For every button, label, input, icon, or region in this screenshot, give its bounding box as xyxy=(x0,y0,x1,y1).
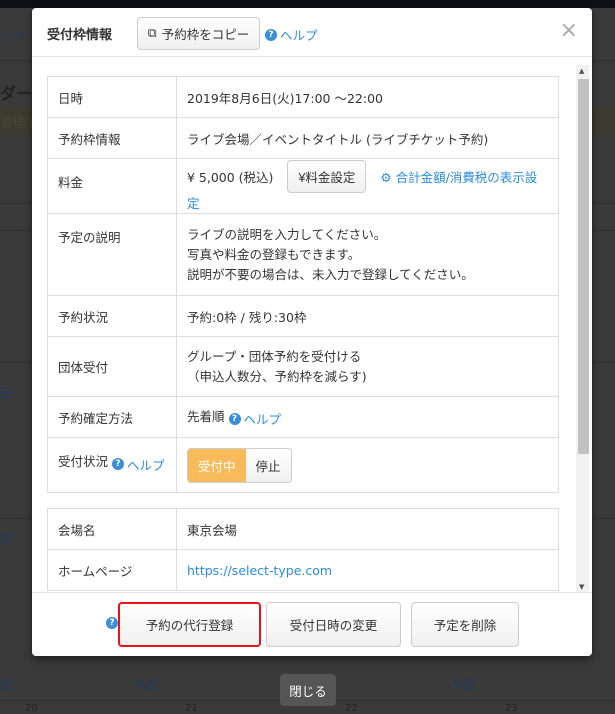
list-icon[interactable]: ☰ xyxy=(0,532,12,547)
price-value: ¥ 5,000 (税込) xyxy=(187,170,274,185)
table-row: 受付状況 ? ヘルプ 受付中 停止 xyxy=(47,437,559,493)
row-value: グループ・団体予約を受付ける （申込人数分、予約枠を減らす) xyxy=(176,336,559,397)
bg-title: ダー xyxy=(0,84,33,103)
row-label: 予定の説明 xyxy=(47,213,177,296)
slot-info-modal: 受付枠情報 ⧉ 予約枠をコピー ? ヘルプ × 日時 2019年8月6日(火)17:0… xyxy=(32,8,592,656)
question-icon[interactable]: ? xyxy=(106,617,118,629)
row-label: 予約確定方法 xyxy=(47,396,177,438)
row-label: 料金 xyxy=(47,158,177,214)
list-icon[interactable]: ☰ xyxy=(0,386,12,401)
method-value: 先着順 xyxy=(187,408,225,424)
help-link[interactable]: ? ヘルプ xyxy=(112,455,165,474)
question-icon: ? xyxy=(265,28,277,41)
row-label: 受付状況 ? ヘルプ xyxy=(47,437,177,493)
list-icon[interactable]: ☰ xyxy=(0,678,12,693)
row-value: https://select-type.com xyxy=(176,549,559,591)
row-value: ¥ 5,000 (税込) ¥料金設定 ⚙ 合計金額/消費税の表示設定 xyxy=(176,158,559,214)
delete-schedule-button[interactable]: 予定を削除 xyxy=(411,602,519,647)
bg-tab: デザ xyxy=(0,30,27,45)
table-row: 日時 2019年8月6日(火)17:00 ～22:00 xyxy=(47,76,559,118)
top-bar xyxy=(0,0,615,8)
copy-label: 予約枠をコピー xyxy=(161,28,250,42)
row-value: ライブ会場／イベントタイトル (ライブチケット予約) xyxy=(176,117,559,159)
status-stop-button[interactable]: 停止 xyxy=(245,448,291,482)
row-label: 予約枠情報 xyxy=(47,117,177,159)
close-icon[interactable]: × xyxy=(560,18,578,43)
modal-header: 受付枠情報 ⧉ 予約枠をコピー ? ヘルプ × xyxy=(32,8,592,57)
table-row: 予約状況 予約:0枠 / 残り:30枠 xyxy=(47,295,559,337)
copy-icon: ⧉ xyxy=(147,26,157,40)
day-number: 23 xyxy=(505,703,518,714)
price-settings-button[interactable]: ¥料金設定 xyxy=(287,160,367,193)
info-table: 日時 2019年8月6日(火)17:00 ～22:00 予約枠情報 ライブ会場／イベ… xyxy=(47,76,559,493)
modal-title: 受付枠情報 xyxy=(47,28,113,43)
desc-line: 説明が不要の場合は、未入力で登録してください。 xyxy=(187,266,474,282)
row-label: 日時 xyxy=(47,76,177,118)
row-label: 予約状況 xyxy=(47,295,177,337)
row-label: 会場名 xyxy=(47,508,177,550)
row-value: 2019年8月6日(火)17:00 ～22:00 xyxy=(176,76,559,118)
status-toggle: 受付中 停止 xyxy=(187,447,292,483)
close-button[interactable]: 閉じる xyxy=(280,674,336,706)
scroll-down-icon[interactable]: ▼ xyxy=(579,583,584,591)
change-datetime-button[interactable]: 受付日時の変更 xyxy=(266,602,401,647)
desc-line: ライブの説明を入力してください。 xyxy=(187,226,387,242)
gear-icon: ⚙ xyxy=(380,170,392,185)
help-label: ヘルプ xyxy=(127,457,165,473)
table-row: 料金 ¥ 5,000 (税込) ¥料金設定 ⚙ 合計金額/消費税の表示設定 xyxy=(47,158,559,214)
scroll-up-icon[interactable]: ▲ xyxy=(579,67,584,75)
homepage-link[interactable]: https://select-type.com xyxy=(187,563,332,578)
proxy-booking-button[interactable]: 予約の代行登録 xyxy=(118,602,261,647)
copy-slot-button[interactable]: ⧉ 予約枠をコピー xyxy=(137,17,260,50)
day-number: 21 xyxy=(185,703,198,714)
row-value: 先着順 ? ヘルプ xyxy=(176,396,559,438)
help-link[interactable]: ? ヘルプ xyxy=(228,409,282,428)
table-row: 予定の説明 ライブの説明を入力してください。 写真や料金の登録もできます。説明が不… xyxy=(47,213,559,296)
modal-body: 日時 2019年8月6日(火)17:00 ～22:00 予約枠情報 ライブ会場／イベ… xyxy=(32,57,592,592)
modal-footer: ? 予約の代行登録 受付日時の変更 予定を削除 xyxy=(32,592,592,656)
table-row: 予約確定方法 先着順 ? ヘルプ xyxy=(47,396,559,438)
row-value: 受付中 停止 xyxy=(176,437,559,493)
question-icon: ? xyxy=(228,412,241,425)
scroll-thumb[interactable] xyxy=(578,79,589,454)
status-open-button[interactable]: 受付中 xyxy=(188,448,246,482)
edit-list-icon[interactable]: ✎☰ xyxy=(452,678,475,693)
table-row: 団体受付 グループ・団体予約を受付ける （申込人数分、予約枠を減らす) xyxy=(47,336,559,397)
help-label: ヘルプ xyxy=(243,412,282,428)
label-text: 受付状況 xyxy=(58,454,109,469)
question-icon: ? xyxy=(112,458,124,470)
row-label: ホームページ xyxy=(47,549,177,591)
row-value: 予約:0枠 / 残り:30枠 xyxy=(176,295,559,337)
table-row: 会場名 東京会場 xyxy=(47,508,559,550)
venue-table: 会場名 東京会場 ホームページ https://select-type.com xyxy=(47,508,559,591)
scrollbar[interactable]: ▲ ▼ xyxy=(576,65,589,592)
table-row: ホームページ https://select-type.com xyxy=(47,549,559,591)
row-label: 団体受付 xyxy=(47,336,177,397)
day-number: 20 xyxy=(25,703,38,714)
help-label: ヘルプ xyxy=(280,28,318,43)
table-row: 予約枠情報 ライブ会場／イベントタイトル (ライブチケット予約) xyxy=(47,117,559,159)
desc-line: 写真や料金の登録もできます。 xyxy=(187,246,361,262)
group-line: （申込人数分、予約枠を減らす) xyxy=(187,368,367,384)
help-link[interactable]: ? ヘルプ xyxy=(265,25,318,44)
row-value: ライブの説明を入力してください。 写真や料金の登録もできます。説明が不要の場合は、… xyxy=(176,213,559,296)
group-line: グループ・団体予約を受付ける xyxy=(187,348,362,364)
edit-list-icon[interactable]: ✎☰ xyxy=(136,678,159,693)
row-value: 東京会場 xyxy=(176,508,559,550)
day-number: 22 xyxy=(345,703,358,714)
